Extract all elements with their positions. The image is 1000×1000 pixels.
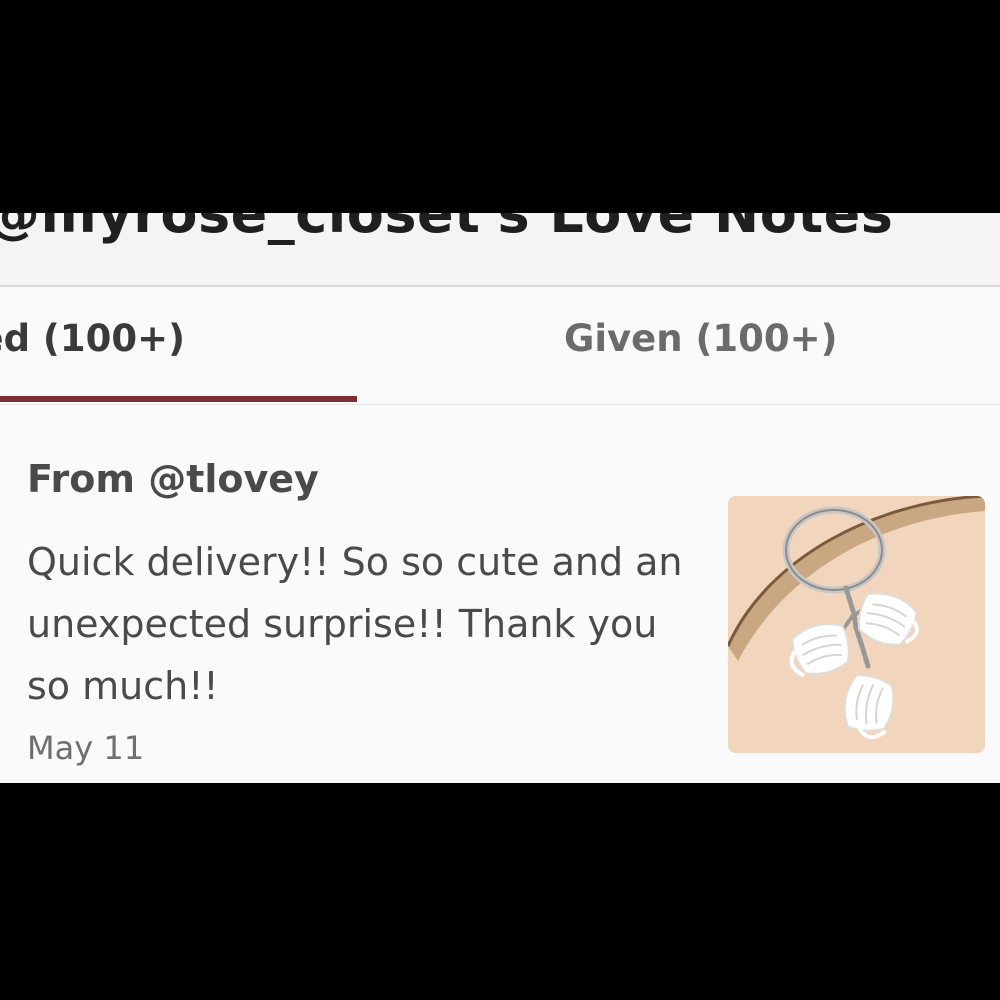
letterbox-top: [0, 0, 1000, 213]
tab-given[interactable]: Given (100+): [500, 287, 1000, 404]
tab-bar: ed (100+) Given (100+): [0, 287, 1000, 405]
page-header: @lilyrose_closet's Love Notes: [0, 213, 1000, 287]
note-message: Quick delivery!! So so cute and an unexp…: [27, 540, 683, 708]
tab-received[interactable]: ed (100+): [0, 287, 357, 404]
letterbox-bottom: [0, 783, 1000, 1000]
note-date: May 11: [27, 729, 145, 767]
note-sender[interactable]: From @tlovey: [27, 457, 319, 501]
tab-received-label: ed (100+): [0, 317, 185, 360]
active-tab-indicator: [0, 396, 357, 402]
love-note-item[interactable]: From @tlovey Quick delivery!! So so cute…: [0, 405, 1000, 783]
listing-photo[interactable]: [728, 496, 985, 753]
keychain-photo-icon: [728, 496, 985, 753]
page-title: @lilyrose_closet's Love Notes: [0, 213, 894, 245]
tab-given-label: Given (100+): [564, 317, 838, 360]
